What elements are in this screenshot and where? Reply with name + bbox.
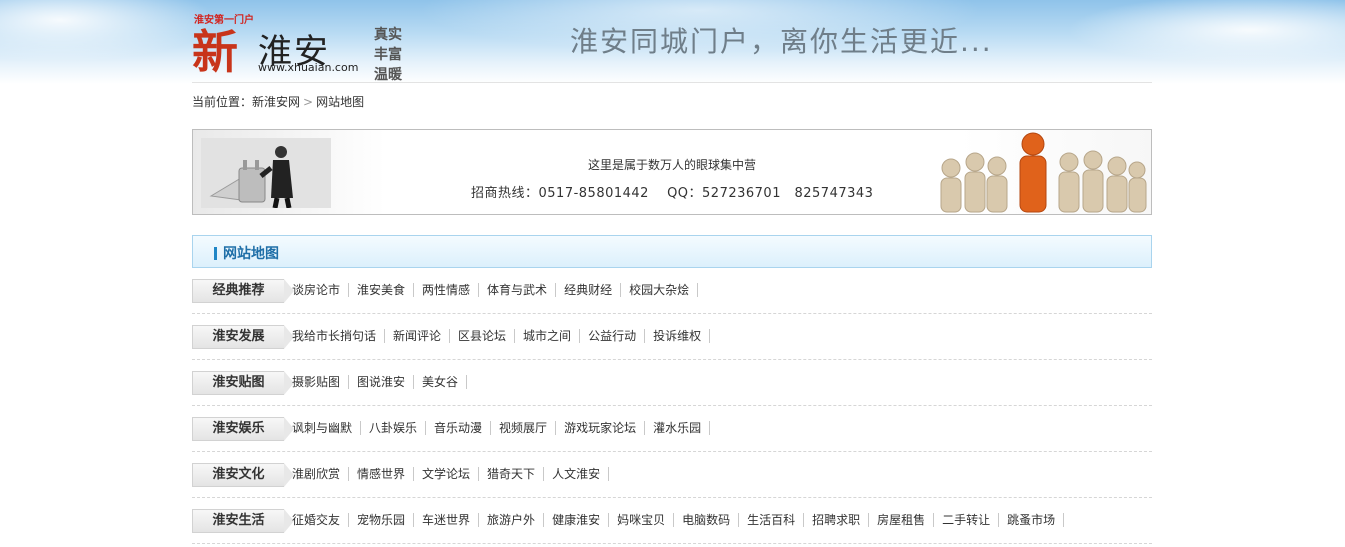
forum-link[interactable]: 视频展厅 xyxy=(491,421,557,435)
breadcrumb: 当前位置：新淮安网 > 网站地图 xyxy=(192,93,364,110)
category-row: 经典推荐 谈房论市 淮安美食 两性情感 体育与武术 经典财经 校园大杂烩 xyxy=(192,268,1152,314)
category-links: 讽刺与幽默 八卦娱乐 音乐动漫 视频展厅 游戏玩家论坛 灌水乐园 xyxy=(284,421,711,435)
forum-link[interactable]: 经典财经 xyxy=(556,283,622,297)
section-title: 网站地图 xyxy=(223,246,279,262)
logo-vertical-slogan: 真实丰富温暖 xyxy=(374,27,402,83)
category-label[interactable]: 淮安娱乐 xyxy=(192,417,294,441)
forum-link[interactable]: 谈房论市 xyxy=(284,283,350,297)
forum-link[interactable]: 淮安美食 xyxy=(349,283,415,297)
forum-link[interactable]: 猎奇天下 xyxy=(479,467,545,481)
section-accent-bar xyxy=(214,247,217,260)
category-label[interactable]: 淮安发展 xyxy=(192,325,294,349)
forum-link[interactable]: 淮剧欣赏 xyxy=(284,467,350,481)
category-links: 摄影贴图 图说淮安 美女谷 xyxy=(284,375,468,389)
forum-link[interactable]: 房屋租售 xyxy=(869,513,935,527)
logo-xin-character: 新 xyxy=(192,25,238,79)
category-links: 谈房论市 淮安美食 两性情感 体育与武术 经典财经 校园大杂烩 xyxy=(284,283,699,297)
category-label[interactable]: 淮安生活 xyxy=(192,509,294,533)
forum-link[interactable]: 电脑数码 xyxy=(674,513,740,527)
forum-link[interactable]: 人文淮安 xyxy=(544,467,610,481)
breadcrumb-home-link[interactable]: 新淮安网 xyxy=(252,95,300,109)
forum-link[interactable]: 跳蚤市场 xyxy=(999,513,1065,527)
breadcrumb-prefix: 当前位置： xyxy=(192,95,253,109)
forum-link[interactable]: 招聘求职 xyxy=(804,513,870,527)
banner-headline: 这里是属于数万人的眼球集中营 xyxy=(588,158,757,172)
forum-link[interactable]: 区县论坛 xyxy=(450,329,516,343)
forum-link[interactable]: 车迷世界 xyxy=(414,513,480,527)
category-row: 淮安贴图 摄影贴图 图说淮安 美女谷 xyxy=(192,360,1152,406)
forum-link[interactable]: 妈咪宝贝 xyxy=(609,513,675,527)
site-logo[interactable]: 淮安第一门户 新 淮安 www.xhuaian.com 真实丰富温暖 xyxy=(192,10,417,83)
forum-link[interactable]: 音乐动漫 xyxy=(426,421,492,435)
team-figures-illustration xyxy=(940,132,1147,213)
header-divider xyxy=(192,82,1152,83)
breadcrumb-current: 网站地图 xyxy=(316,95,365,109)
category-label[interactable]: 淮安贴图 xyxy=(192,371,294,395)
forum-link[interactable]: 美女谷 xyxy=(414,375,468,389)
category-row: 淮安娱乐 讽刺与幽默 八卦娱乐 音乐动漫 视频展厅 游戏玩家论坛 灌水乐园 xyxy=(192,406,1152,452)
category-row: 淮安文化 淮剧欣赏 情感世界 文学论坛 猎奇天下 人文淮安 xyxy=(192,452,1152,498)
advertising-banner[interactable]: 这里是属于数万人的眼球集中营 招商热线：0517-85801442 QQ：527… xyxy=(192,129,1152,215)
forum-link[interactable]: 文学论坛 xyxy=(414,467,480,481)
logo-url: www.xhuaian.com xyxy=(258,61,359,74)
forum-link[interactable]: 征婚交友 xyxy=(284,513,350,527)
breadcrumb-separator: > xyxy=(303,95,314,109)
forum-link[interactable]: 健康淮安 xyxy=(544,513,610,527)
category-label[interactable]: 经典推荐 xyxy=(192,279,294,303)
category-label[interactable]: 淮安文化 xyxy=(192,463,294,487)
forum-link[interactable]: 摄影贴图 xyxy=(284,375,350,389)
forum-link[interactable]: 生活百科 xyxy=(739,513,805,527)
forum-link[interactable]: 二手转让 xyxy=(934,513,1000,527)
forum-link[interactable]: 校园大杂烩 xyxy=(621,283,699,297)
category-row: 淮安生活 征婚交友 宠物乐园 车迷世界 旅游户外 健康淮安 妈咪宝贝 电脑数码 生活百科 招聘求… xyxy=(192,498,1152,544)
forum-link[interactable]: 投诉维权 xyxy=(645,329,711,343)
forum-link[interactable]: 八卦娱乐 xyxy=(361,421,427,435)
banner-contact: 招商热线：0517-85801442 QQ：527236701 82574734… xyxy=(471,186,874,201)
forum-link[interactable]: 公益行动 xyxy=(580,329,646,343)
category-row: 淮安发展 我给市长捎句话 新闻评论 区县论坛 城市之间 公益行动 投诉维权 xyxy=(192,314,1152,360)
forum-link[interactable]: 城市之间 xyxy=(515,329,581,343)
forum-link[interactable]: 游戏玩家论坛 xyxy=(556,421,646,435)
forum-link[interactable]: 图说淮安 xyxy=(349,375,415,389)
sitemap-section-header: 网站地图 xyxy=(192,235,1152,268)
forum-link[interactable]: 新闻评论 xyxy=(385,329,451,343)
forum-link[interactable]: 旅游户外 xyxy=(479,513,545,527)
forum-link[interactable]: 情感世界 xyxy=(349,467,415,481)
plug-person-illustration xyxy=(201,138,331,208)
category-links: 征婚交友 宠物乐园 车迷世界 旅游户外 健康淮安 妈咪宝贝 电脑数码 生活百科 招聘求职 房屋租售… xyxy=(284,513,1065,527)
forum-link[interactable]: 讽刺与幽默 xyxy=(284,421,362,435)
category-links: 淮剧欣赏 情感世界 文学论坛 猎奇天下 人文淮安 xyxy=(284,467,610,481)
forum-link[interactable]: 体育与武术 xyxy=(479,283,557,297)
forum-link[interactable]: 灌水乐园 xyxy=(645,421,711,435)
forum-link[interactable]: 我给市长捎句话 xyxy=(284,329,386,343)
header-slogan: 淮安同城门户，离你生活更近... xyxy=(570,25,993,58)
category-links: 我给市长捎句话 新闻评论 区县论坛 城市之间 公益行动 投诉维权 xyxy=(284,329,711,343)
forum-link[interactable]: 宠物乐园 xyxy=(349,513,415,527)
forum-link[interactable]: 两性情感 xyxy=(414,283,480,297)
